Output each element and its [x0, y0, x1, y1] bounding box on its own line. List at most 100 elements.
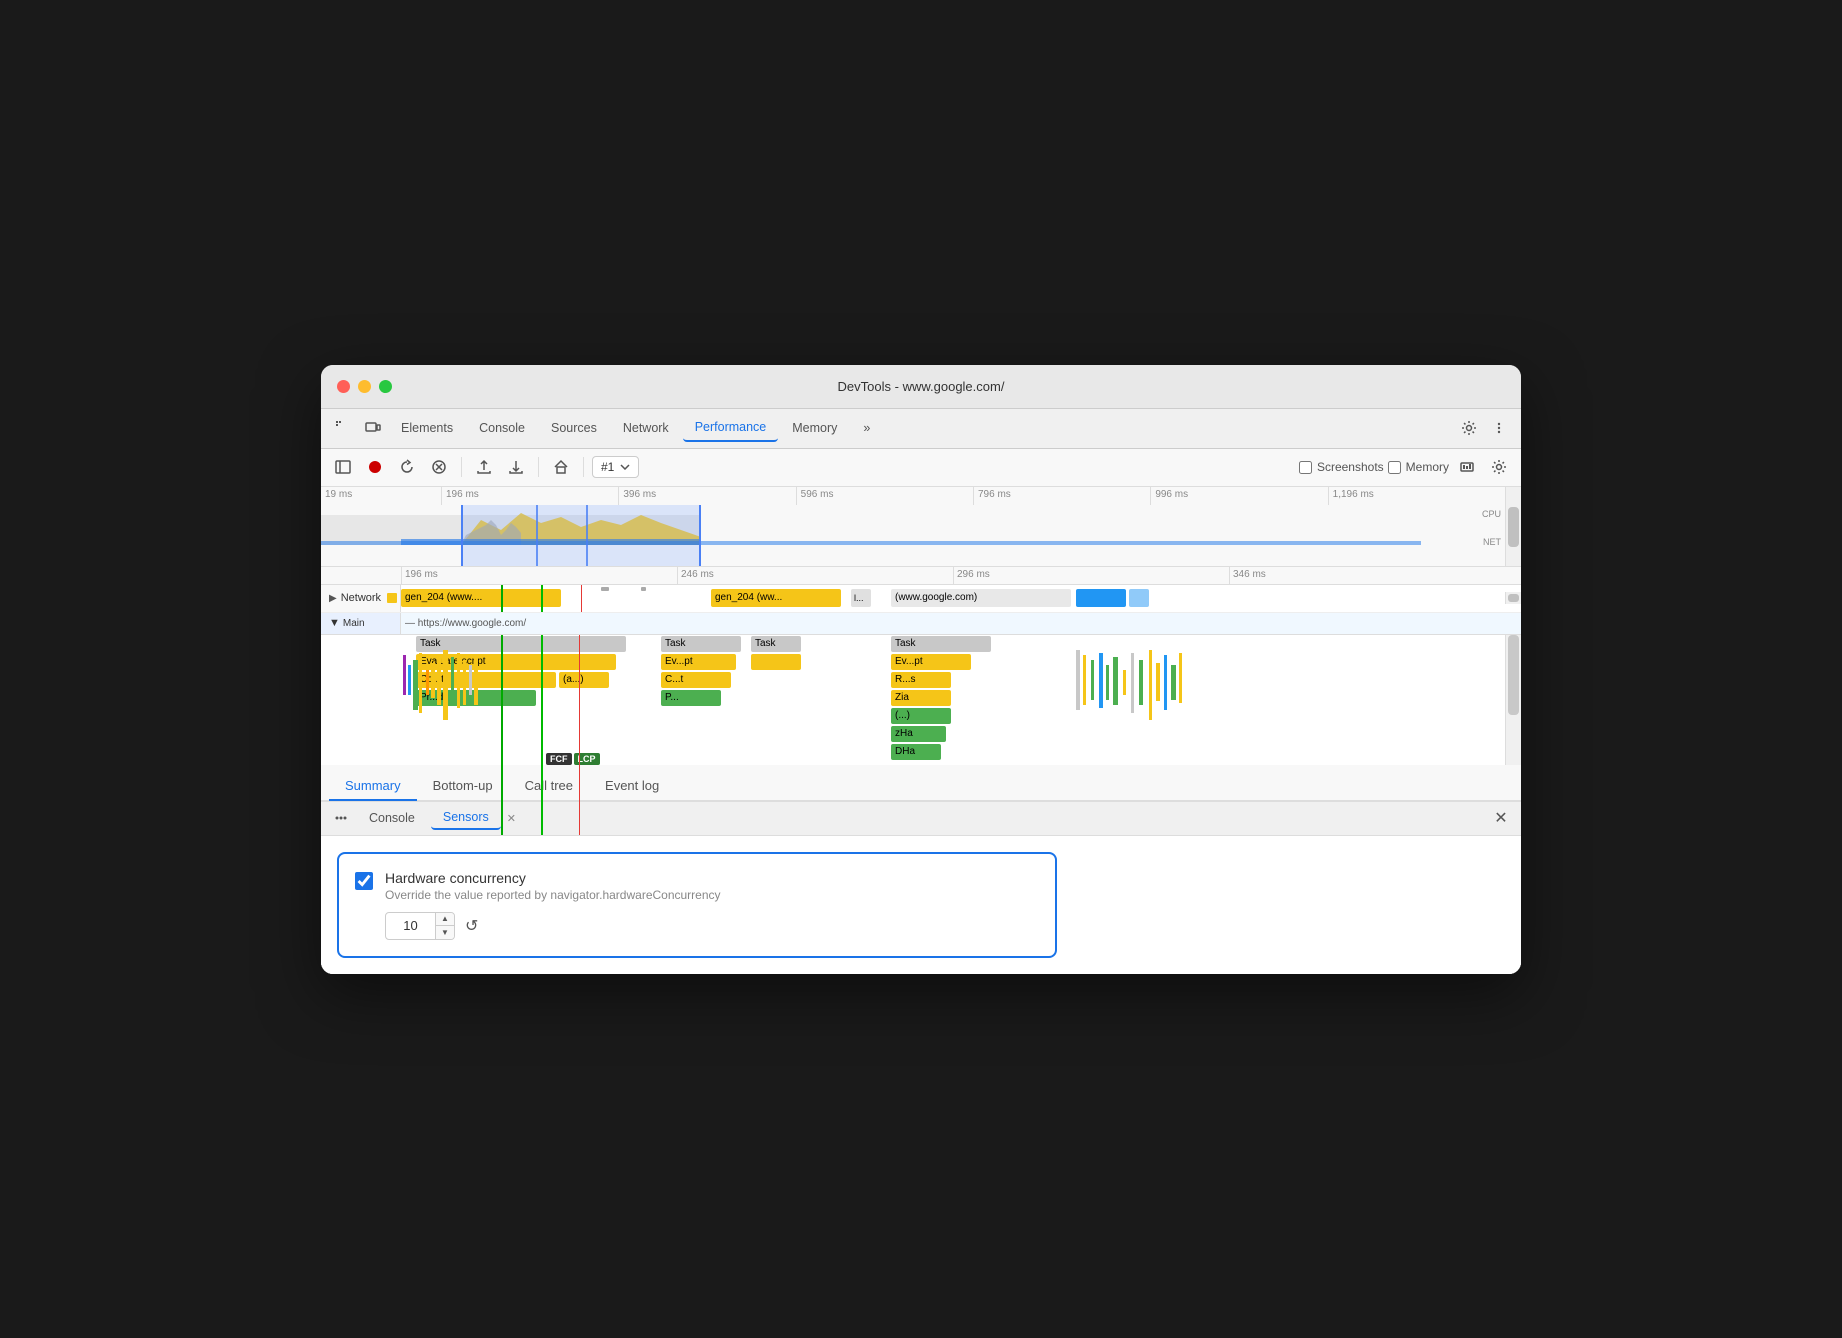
- cpu-label: CPU: [1482, 509, 1501, 519]
- flame-bar-process-3[interactable]: Zia: [891, 690, 951, 706]
- inspect-icon[interactable]: [329, 414, 357, 442]
- flame-bar-compile-2[interactable]: (a...): [559, 672, 609, 688]
- hardware-concurrency-card: Hardware concurrency Override the value …: [337, 852, 1057, 958]
- memory-pressure-button[interactable]: [1453, 453, 1481, 481]
- fcf-badge: FCF: [546, 753, 572, 765]
- drawer-close-all-icon[interactable]: ✕: [1489, 806, 1513, 830]
- screenshots-label[interactable]: Screenshots: [1299, 460, 1384, 474]
- tab-more[interactable]: »: [851, 415, 882, 441]
- clear-button[interactable]: [425, 453, 453, 481]
- fcf-lcp-badges: FCF LCP: [546, 753, 600, 765]
- detail-ruler: 196 ms 246 ms 296 ms 346 ms: [321, 567, 1521, 585]
- sensor-control: ▲ ▼ ↺: [385, 912, 1039, 940]
- tab-network[interactable]: Network: [611, 415, 681, 441]
- net-bar-6[interactable]: [1129, 589, 1149, 607]
- main-track-header: ▼ Main — https://www.google.com/: [321, 613, 1521, 635]
- tab-sources[interactable]: Sources: [539, 415, 609, 441]
- flame-chart: Task Task Task Task Evaluate script Ev..…: [321, 635, 1521, 765]
- responsive-icon[interactable]: [359, 414, 387, 442]
- h-scrollbar[interactable]: [1505, 592, 1521, 604]
- flame-bar-anon[interactable]: (...): [891, 708, 951, 724]
- reload-button[interactable]: [393, 453, 421, 481]
- home-button[interactable]: [547, 453, 575, 481]
- overview-selection[interactable]: [461, 505, 701, 566]
- flame-bar-evaluate-2[interactable]: Ev...pt: [661, 654, 736, 670]
- concurrency-input[interactable]: [386, 918, 435, 933]
- profile-select-value: #1: [601, 460, 614, 474]
- flame-bar-evaluate-4[interactable]: Ev...pt: [891, 654, 971, 670]
- net-bar-5[interactable]: [1076, 589, 1126, 607]
- network-label: Network: [341, 592, 381, 604]
- window-title: DevTools - www.google.com/: [838, 379, 1005, 394]
- overview-minimap[interactable]: 19 ms 196 ms 396 ms 596 ms 796 ms 996 ms…: [321, 487, 1521, 567]
- record-button[interactable]: [361, 453, 389, 481]
- spinner-arrows: ▲ ▼: [435, 913, 454, 939]
- spinner-up[interactable]: ▲: [436, 913, 454, 926]
- toolbar-sep-2: [538, 457, 539, 477]
- tab-elements[interactable]: Elements: [389, 415, 465, 441]
- flame-bar-task-4[interactable]: Task: [891, 636, 991, 652]
- detail-tick-196: 196 ms: [401, 567, 677, 584]
- net-bar-4[interactable]: (www.google.com): [891, 589, 1071, 607]
- detail-tick-246: 246 ms: [677, 567, 953, 584]
- flame-bar-evaluate-3[interactable]: [751, 654, 801, 670]
- network-track-content[interactable]: gen_204 (www.... gen_204 (ww... l... (ww…: [401, 585, 1505, 612]
- drawer-tab-sensors[interactable]: Sensors: [431, 806, 501, 830]
- net-label: NET: [1483, 537, 1501, 547]
- close-button[interactable]: [337, 380, 350, 393]
- network-track-label: ▶ Network: [321, 585, 401, 612]
- overview-marker-1: [536, 505, 538, 566]
- memory-label[interactable]: Memory: [1388, 460, 1449, 474]
- tab-performance[interactable]: Performance: [683, 414, 779, 442]
- tab-call-tree[interactable]: Call tree: [509, 772, 589, 801]
- tab-bottom-up[interactable]: Bottom-up: [417, 772, 509, 801]
- concurrency-spinner[interactable]: ▲ ▼: [385, 912, 455, 940]
- settings-icon[interactable]: [1455, 414, 1483, 442]
- net-bar-small-1: [601, 587, 609, 591]
- flame-vscrollbar[interactable]: [1505, 635, 1521, 765]
- flame-bar-process-2[interactable]: P...: [661, 690, 721, 706]
- net-bar-1[interactable]: gen_204 (www....: [401, 589, 561, 607]
- profile-select[interactable]: #1: [592, 456, 639, 478]
- drawer-sensors-label: Sensors: [443, 810, 489, 824]
- screenshots-checkbox[interactable]: [1299, 461, 1312, 474]
- tab-summary[interactable]: Summary: [329, 772, 417, 801]
- overview-marker-2: [586, 505, 588, 566]
- timeline-green-line-1: [501, 585, 503, 612]
- maximize-button[interactable]: [379, 380, 392, 393]
- upload-button[interactable]: [470, 453, 498, 481]
- detail-tick-296: 296 ms: [953, 567, 1229, 584]
- tab-memory[interactable]: Memory: [780, 415, 849, 441]
- h-scrollbar-thumb[interactable]: [1508, 594, 1519, 602]
- flame-bar-task-2[interactable]: Task: [661, 636, 741, 652]
- net-bar-3[interactable]: l...: [851, 589, 871, 607]
- flame-bar-task-3[interactable]: Task: [751, 636, 801, 652]
- overview-scrollbar-thumb[interactable]: [1508, 507, 1519, 547]
- flame-bar-dha[interactable]: DHa: [891, 744, 941, 760]
- perf-settings-button[interactable]: [1485, 453, 1513, 481]
- flame-bar-zha[interactable]: zHa: [891, 726, 946, 742]
- drawer-tab-console[interactable]: Console: [357, 807, 427, 829]
- more-icon[interactable]: [1485, 414, 1513, 442]
- spinner-down[interactable]: ▼: [436, 926, 454, 939]
- minimize-button[interactable]: [358, 380, 371, 393]
- sensors-panel: Hardware concurrency Override the value …: [321, 836, 1521, 974]
- sidebar-toggle-button[interactable]: [329, 453, 357, 481]
- tab-console[interactable]: Console: [467, 415, 537, 441]
- drawer-close-sensors-icon[interactable]: ✕: [507, 812, 516, 825]
- traffic-lights: [337, 380, 392, 393]
- tab-event-log[interactable]: Event log: [589, 772, 675, 801]
- flame-vscrollbar-thumb[interactable]: [1508, 635, 1519, 715]
- download-button[interactable]: [502, 453, 530, 481]
- concurrency-reset-button[interactable]: ↺: [465, 916, 478, 936]
- flame-bar-compile-3[interactable]: C...t: [661, 672, 731, 688]
- drawer-menu-icon[interactable]: [329, 806, 353, 830]
- hardware-concurrency-checkbox[interactable]: [355, 872, 373, 890]
- memory-checkbox[interactable]: [1388, 461, 1401, 474]
- top-nav: Elements Console Sources Network Perform…: [321, 409, 1521, 449]
- flame-bar-compile-4[interactable]: R...s: [891, 672, 951, 688]
- overview-scrollbar[interactable]: [1505, 487, 1521, 566]
- net-bar-2[interactable]: gen_204 (ww...: [711, 589, 841, 607]
- flame-green-1: [501, 635, 503, 835]
- flame-bg-right: [1071, 635, 1271, 765]
